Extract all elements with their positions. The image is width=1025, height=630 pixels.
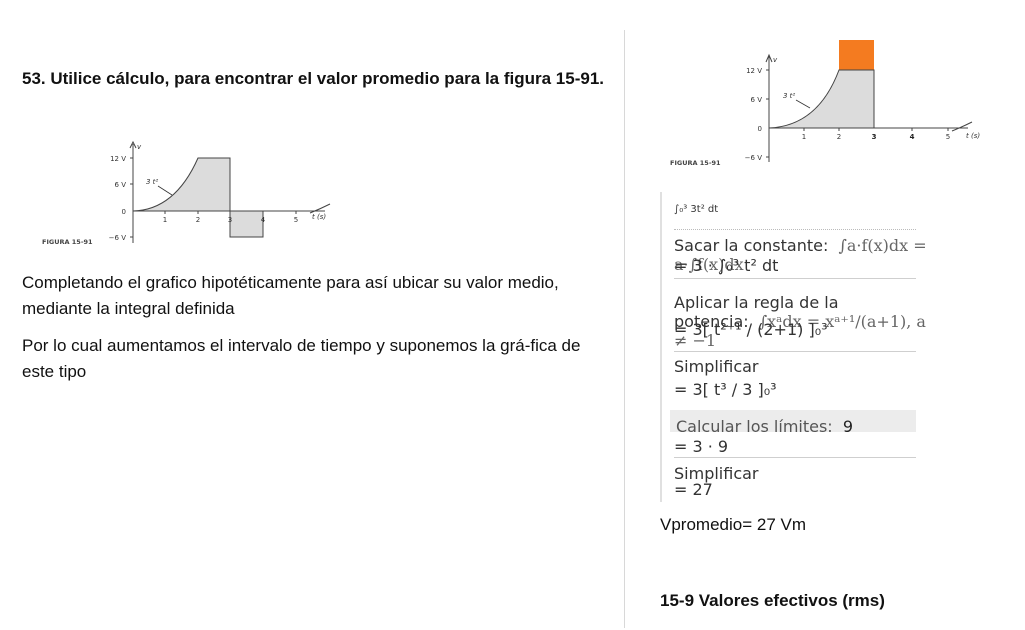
- integral-expression: ∫₀³ 3t² dt: [674, 204, 719, 215]
- x-axis-label: t (s): [312, 213, 326, 221]
- step4-label: Calcular los límites: 9: [676, 417, 854, 436]
- step4-value: 9: [842, 417, 854, 436]
- step3-expression: = 3[ t³ / 3 ]₀³: [674, 380, 777, 399]
- curve-label: 3 t²: [783, 92, 795, 100]
- y-tick-0: 0: [122, 208, 126, 216]
- y-tick-0: 0: [758, 125, 762, 133]
- negative-area: [229, 210, 264, 238]
- section-heading: 15-9 Valores efectivos (rms): [660, 591, 885, 610]
- figure-caption: FIGURA 15-91: [670, 159, 721, 167]
- step1-expression: = 3 · ∫₀³ t² dt: [674, 256, 779, 275]
- orange-highlight: [839, 40, 874, 70]
- x-axis-label: t (s): [966, 132, 980, 140]
- step5-expression: = 27: [674, 480, 713, 499]
- x-tick-5: 5: [946, 133, 950, 141]
- y-tick-6: 6 V: [115, 181, 127, 189]
- integral-solution-steps: ∫₀³ 3t² dt Sacar la constante: ∫a·f(x)dx…: [660, 192, 927, 502]
- figure-15-91-left: 12 V 6 V 0 −6 V 1 2 3 4 5 t (s) v 3 t² F…: [42, 140, 331, 246]
- step2-expression: = 3[ t²⁺¹ / (2+1) ]₀³: [674, 320, 828, 339]
- x-tick-4: 4: [910, 133, 915, 141]
- step3-label: Simplificar: [674, 357, 759, 376]
- x-tick-5: 5: [294, 216, 298, 224]
- curve-label: 3 t²: [146, 178, 158, 186]
- x-tick-4: 4: [261, 216, 266, 224]
- x-tick-3: 3: [228, 216, 232, 224]
- y-axis-label: v: [773, 56, 778, 64]
- y-tick-neg6: −6 V: [745, 154, 763, 162]
- x-tick-2: 2: [196, 216, 200, 224]
- figure-15-91-right: 12 V 6 V 0 −6 V 1 2 3 4 5 t (s) v 3 t² F…: [670, 40, 980, 167]
- column-divider: [624, 30, 625, 628]
- average-voltage-result: Vpromedio= 27 Vm: [660, 515, 806, 534]
- x-tick-3: 3: [872, 133, 877, 141]
- y-tick-neg6: −6 V: [109, 234, 127, 242]
- y-tick-12: 12 V: [746, 67, 762, 75]
- paragraph-completing-graph: Completando el grafico hipotéticamente p…: [22, 273, 559, 318]
- paragraph-extend-interval: Por lo cual aumentamos el intervalo de t…: [22, 336, 581, 381]
- figure-caption: FIGURA 15-91: [42, 238, 93, 246]
- y-axis-label: v: [137, 143, 142, 151]
- x-tick-2: 2: [837, 133, 841, 141]
- y-tick-12: 12 V: [110, 155, 126, 163]
- y-tick-6: 6 V: [751, 96, 763, 104]
- x-tick-1: 1: [802, 133, 806, 141]
- x-tick-1: 1: [163, 216, 167, 224]
- step4-expression: = 3 · 9: [674, 437, 729, 456]
- problem-title: 53. Utilice cálculo, para encontrar el v…: [22, 69, 604, 88]
